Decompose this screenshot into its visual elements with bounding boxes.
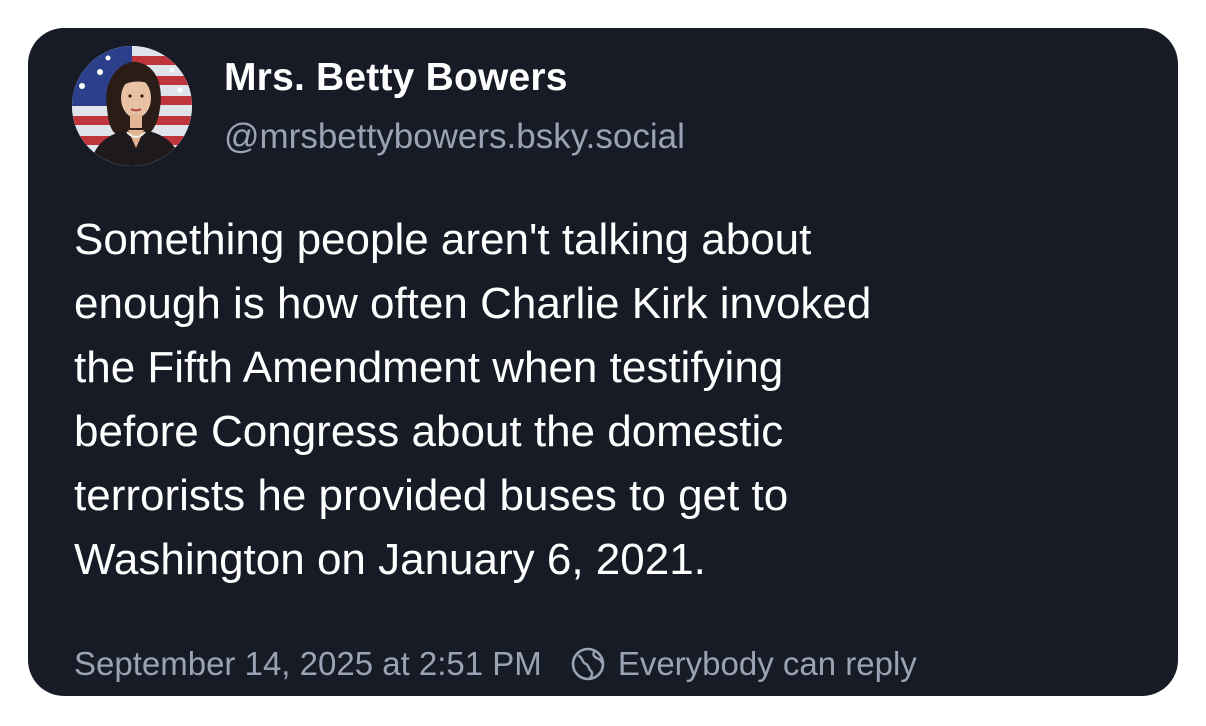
reply-setting-label[interactable]: Everybody can reply xyxy=(618,645,917,683)
globe-icon xyxy=(570,646,606,682)
post-text-line: terrorists he provided buses to get to xyxy=(74,471,789,520)
post-text-line: the Fifth Amendment when testifying xyxy=(74,343,784,392)
post-timestamp[interactable]: September 14, 2025 at 2:51 PM xyxy=(74,645,542,683)
post-text-line: enough is how often Charlie Kirk invoked xyxy=(74,279,872,328)
author-handle[interactable]: @mrsbettybowers.bsky.social xyxy=(224,117,685,157)
post-text-line: Something people aren't talking about xyxy=(74,215,812,264)
post-card[interactable]: Mrs. Betty Bowers @mrsbettybowers.bsky.s… xyxy=(28,28,1178,696)
post-text-line: before Congress about the domestic xyxy=(74,407,784,456)
avatar-image xyxy=(72,46,192,166)
post-footer: September 14, 2025 at 2:51 PM Everybody … xyxy=(74,642,917,686)
post-text: Something people aren't talking about en… xyxy=(74,208,1154,592)
avatar[interactable] xyxy=(72,46,192,166)
post-text-line: Washington on January 6, 2021. xyxy=(74,535,706,584)
author-display-name[interactable]: Mrs. Betty Bowers xyxy=(224,56,568,100)
